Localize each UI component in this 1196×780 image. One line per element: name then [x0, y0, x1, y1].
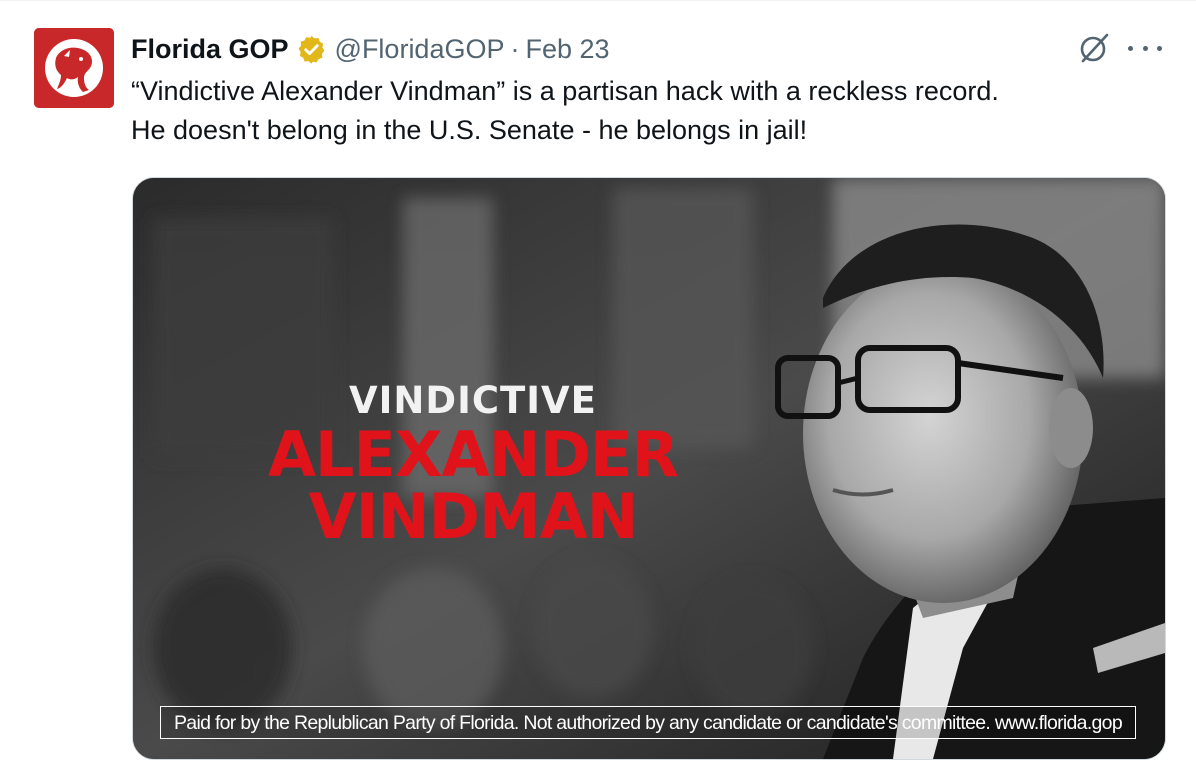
media-title: VINDICTIVE ALEXANDER VINDMAN [193, 378, 753, 548]
avatar[interactable] [34, 28, 114, 108]
display-name[interactable]: Florida GOP [131, 34, 289, 65]
tweet-date[interactable]: Feb 23 [525, 34, 609, 65]
dot-icon [1128, 45, 1133, 51]
verified-badge-icon[interactable] [296, 34, 327, 65]
handle[interactable]: @FloridaGOP [335, 34, 505, 65]
tweet-media[interactable]: VINDICTIVE ALEXANDER VINDMAN Paid for by… [132, 177, 1166, 760]
grok-icon[interactable] [1076, 30, 1112, 66]
dot-icon [1142, 45, 1148, 51]
divider [0, 0, 1196, 1]
separator: · [510, 33, 520, 64]
dot-icon [1157, 45, 1162, 51]
tweet-text-line: “Vindictive Alexander Vindman” is a part… [131, 76, 999, 106]
media-disclaimer: Paid for by the Replublican Party of Flo… [160, 706, 1136, 739]
media-title-line: ALEXANDER [267, 418, 679, 491]
tweet-header: Florida GOP @FloridaGOP · Feb 23 [131, 30, 610, 68]
more-icon[interactable] [1128, 33, 1162, 63]
tweet-container: Florida GOP @FloridaGOP · Feb 23 “Vindic… [0, 0, 1196, 780]
elephant-logo-icon [34, 28, 114, 108]
media-title-line: VINDMAN [308, 480, 639, 553]
tweet-text-line: He doesn't belong in the U.S. Senate - h… [131, 115, 808, 145]
tweet-text: “Vindictive Alexander Vindman” is a part… [131, 72, 1171, 150]
